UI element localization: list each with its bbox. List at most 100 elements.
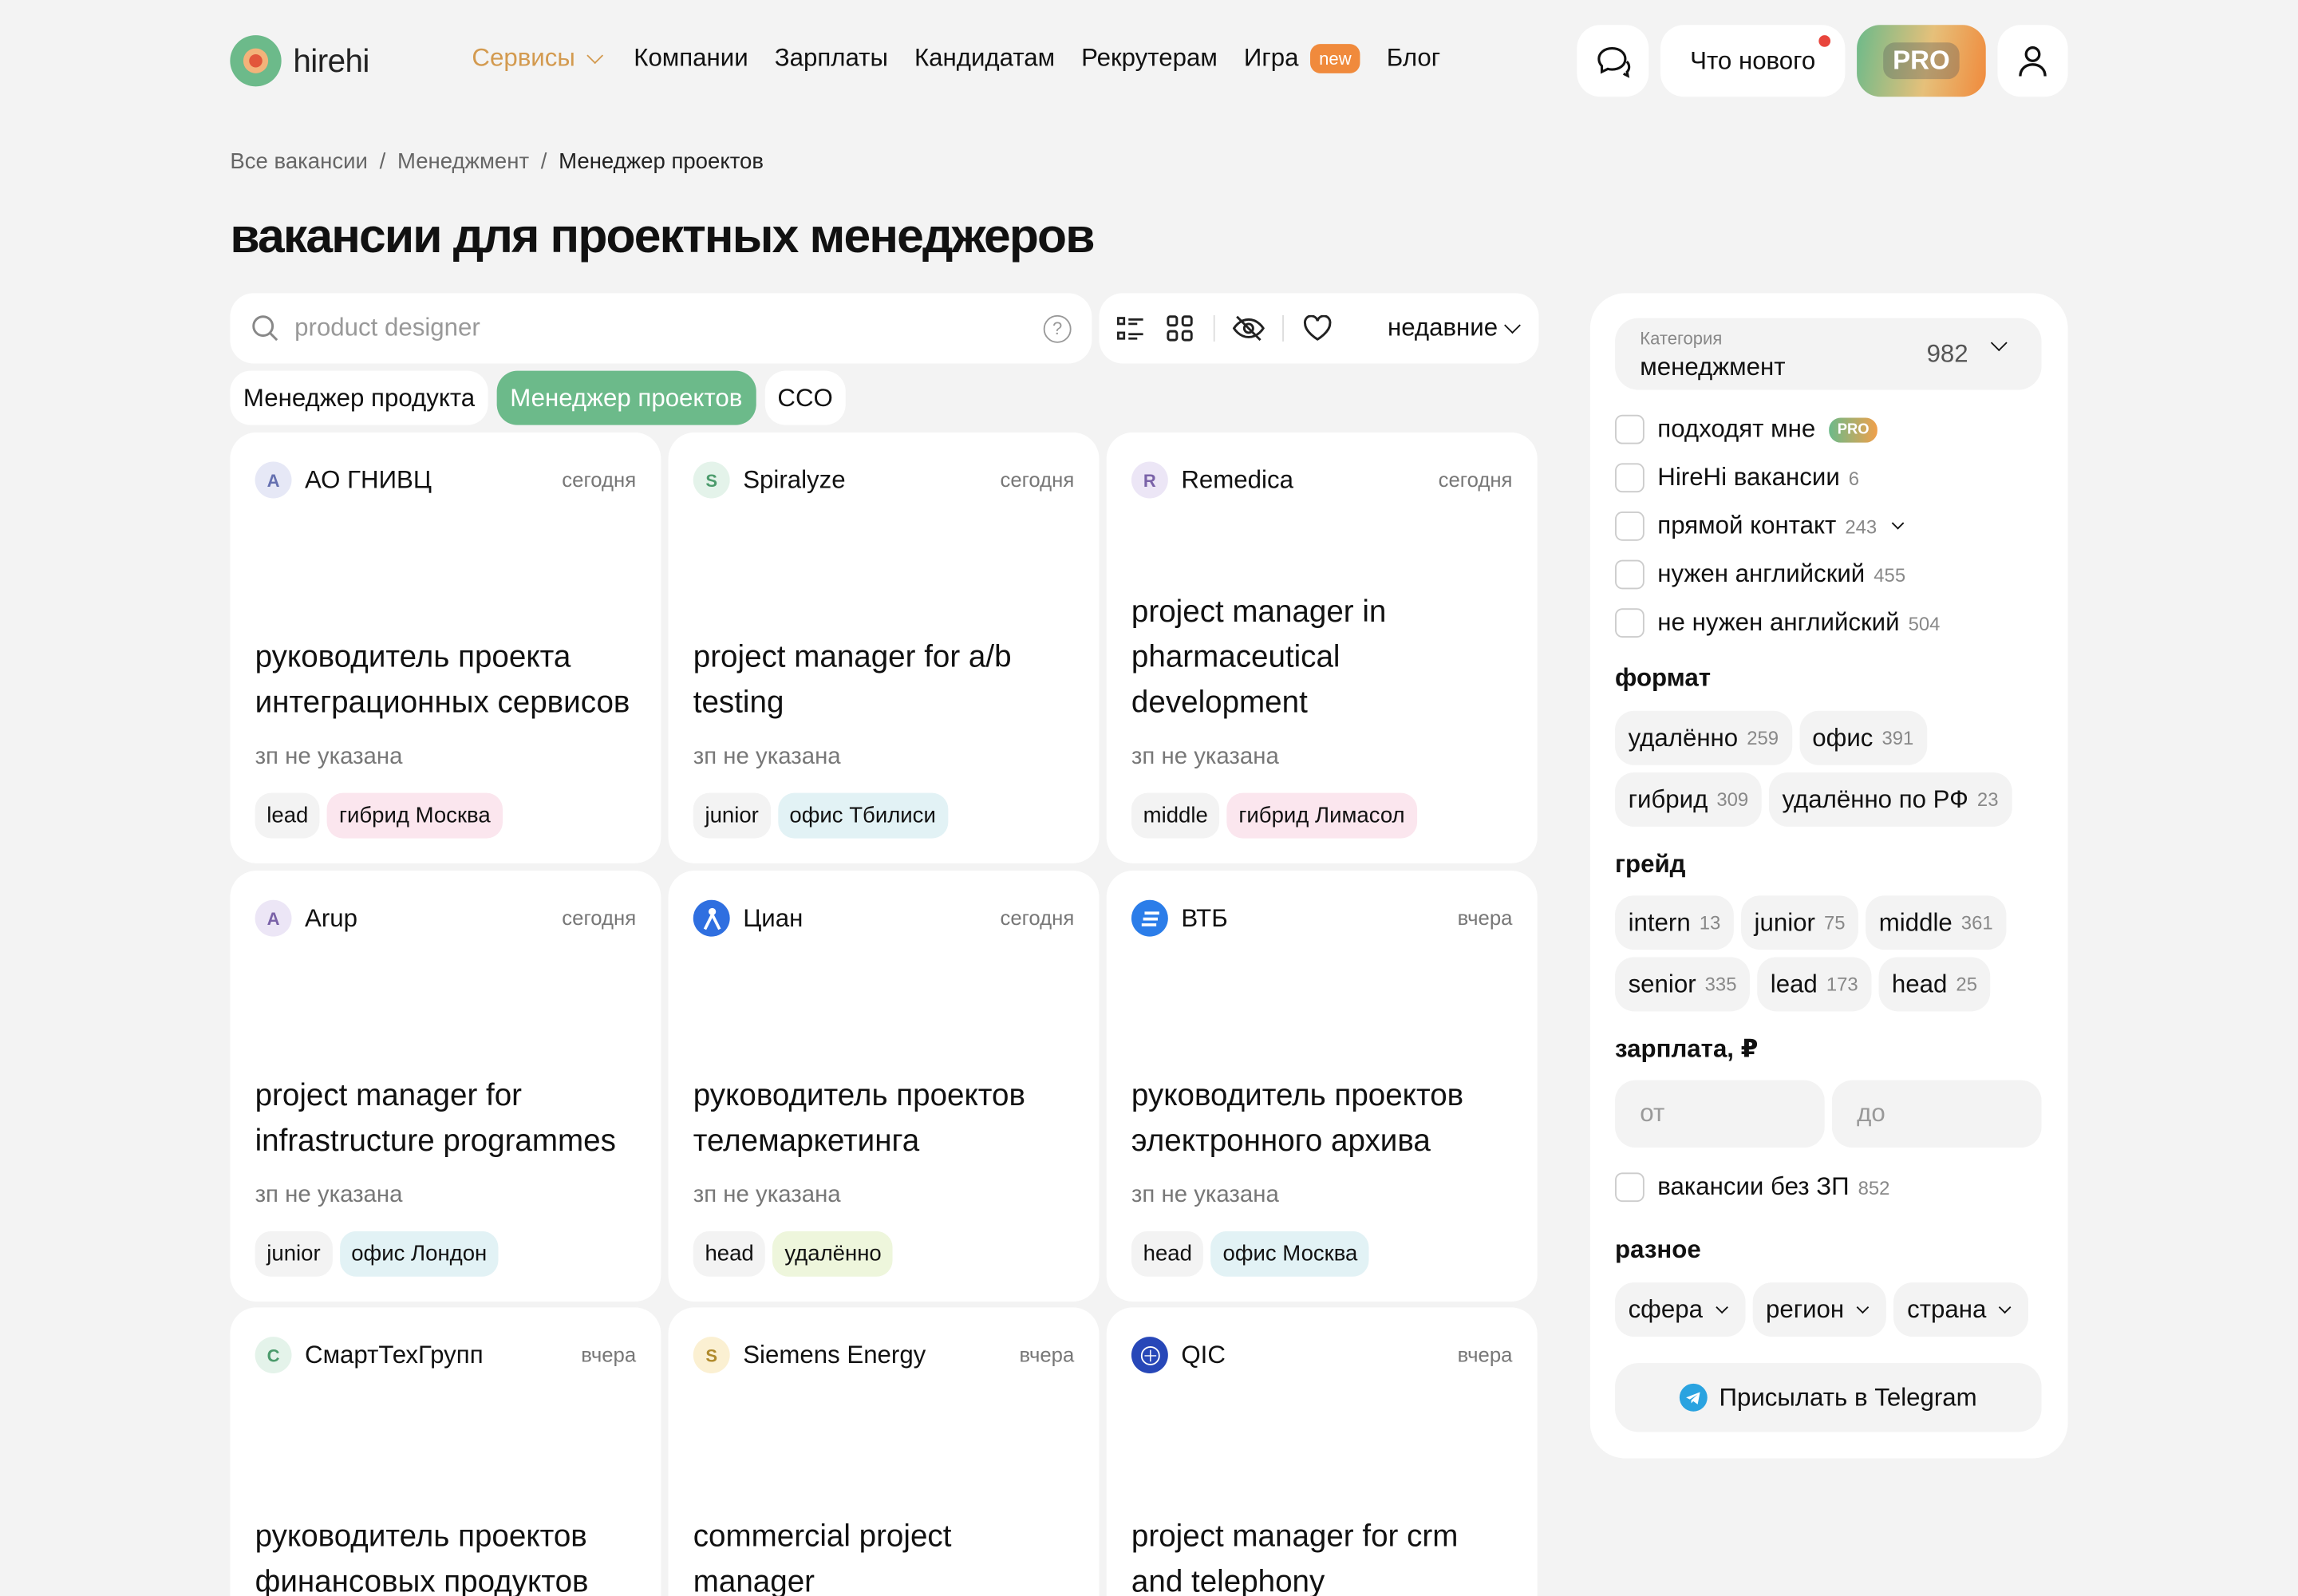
company-name: Siemens Energy: [743, 1340, 926, 1369]
nav-game-label: Игра: [1243, 44, 1299, 72]
format-pills: удалённо 259 офис 391: [1615, 710, 1927, 765]
posted-date: вчера: [1457, 906, 1513, 930]
list-view-icon[interactable]: [1114, 312, 1146, 344]
pill-count: 335: [1704, 973, 1737, 996]
help-icon[interactable]: ?: [1043, 314, 1072, 342]
search-input[interactable]: [294, 314, 1044, 343]
chip-cco[interactable]: CCO: [764, 370, 847, 425]
job-card[interactable]: ВТБ вчера руководитель проектов электрон…: [1106, 870, 1538, 1302]
posted-date: вчера: [1019, 1342, 1075, 1366]
sort-dropdown[interactable]: недавние: [1388, 314, 1524, 343]
job-card[interactable]: QIC вчера project manager for crm and te…: [1106, 1307, 1538, 1596]
job-card[interactable]: S Spiralyze сегодня project manager for …: [668, 432, 1100, 863]
filter-hirehi-jobs[interactable]: HireHi вакансии 6: [1615, 463, 1859, 493]
logo-icon: [230, 35, 282, 87]
job-tags: middle гибрид Лимасол: [1131, 792, 1417, 839]
salary-to-input[interactable]: до: [1831, 1080, 2042, 1148]
job-title: project manager for infrastructure progr…: [255, 1078, 616, 1158]
nav-game[interactable]: Игра new: [1244, 44, 1360, 73]
filter-label: прямой контакт: [1657, 512, 1837, 539]
job-card[interactable]: Циан сегодня руководитель проектов телем…: [668, 870, 1100, 1302]
qic-logo-icon: [1131, 1337, 1168, 1373]
grade-senior[interactable]: senior 335: [1615, 957, 1751, 1012]
grid-view-icon[interactable]: [1163, 312, 1195, 344]
job-card[interactable]: A Arup сегодня project manager for infra…: [230, 870, 661, 1302]
pill-label: гибрид: [1628, 784, 1708, 813]
nav-services[interactable]: Сервисы: [472, 44, 607, 73]
whats-new-button[interactable]: Что нового: [1660, 25, 1846, 97]
format-heading: формат: [1615, 664, 1712, 692]
checkbox[interactable]: [1615, 608, 1645, 638]
grade-intern[interactable]: intern 13: [1615, 895, 1734, 950]
chevron-down-icon[interactable]: [1891, 516, 1904, 530]
job-card[interactable]: S Siemens Energy вчера commercial projec…: [668, 1307, 1100, 1596]
checkbox[interactable]: [1615, 463, 1645, 493]
chip-project-manager[interactable]: Менеджер проектов: [496, 370, 756, 425]
profile-button[interactable]: [1997, 25, 2068, 97]
sort-label: недавние: [1387, 314, 1498, 342]
job-tags: junior офис Тбилиси: [693, 792, 948, 839]
company-logo-icon: A: [255, 899, 292, 937]
country-dropdown[interactable]: страна: [1893, 1282, 2029, 1337]
posted-date: сегодня: [1000, 467, 1075, 492]
grade-head[interactable]: head 25: [1878, 957, 1991, 1012]
misc-heading: разное: [1615, 1235, 1701, 1264]
telegram-subscribe-button[interactable]: Присылать в Telegram: [1615, 1363, 2042, 1432]
chip-product-manager[interactable]: Менеджер продукта: [230, 370, 488, 425]
chevron-down-icon: [1999, 1300, 2012, 1314]
sphere-dropdown[interactable]: сфера: [1615, 1282, 1746, 1337]
nav-candidates[interactable]: Кандидатам: [914, 44, 1055, 73]
grade-lead[interactable]: lead 173: [1757, 957, 1872, 1012]
grade-middle[interactable]: middle 361: [1866, 895, 2007, 950]
format-pills: гибрид 309 удалённо по РФ 23: [1615, 772, 2012, 827]
nav-blog[interactable]: Блог: [1387, 44, 1440, 73]
header: hirehi Сервисы Компании Зарплаты Кандида…: [230, 25, 2068, 97]
region-dropdown[interactable]: регион: [1752, 1282, 1887, 1337]
grade-pills: senior 335 lead 173 head 25: [1615, 957, 1991, 1012]
company: S Siemens Energy: [693, 1337, 926, 1373]
chat-button[interactable]: [1577, 25, 1649, 97]
hide-viewed-icon[interactable]: [1232, 312, 1265, 344]
checkbox[interactable]: [1615, 414, 1645, 444]
job-card[interactable]: R Remedica сегодня project manager in ph…: [1106, 432, 1538, 863]
pill-label: junior: [1754, 907, 1815, 936]
filter-direct-contact[interactable]: прямой контакт 243: [1615, 512, 1908, 541]
logo-text: hirehi: [293, 41, 369, 79]
checkbox[interactable]: [1615, 512, 1645, 541]
format-remote[interactable]: удалённо 259: [1615, 710, 1792, 765]
breadcrumb-management[interactable]: Менеджмент: [397, 149, 529, 174]
salary: зп не указана: [1131, 1183, 1279, 1208]
pill-count: 23: [1976, 788, 1999, 811]
filter-suits-me[interactable]: подходят мне PRO: [1615, 414, 1878, 444]
breadcrumb-all-jobs[interactable]: Все вакансии: [230, 149, 368, 174]
filter-english-not-required[interactable]: не нужен английский 504: [1615, 608, 1940, 638]
format-office[interactable]: офис 391: [1799, 710, 1927, 765]
checkbox[interactable]: [1615, 559, 1645, 590]
location-tag: офис Лондон: [339, 1231, 499, 1277]
pill-label: head: [1891, 969, 1948, 998]
filter-english-required[interactable]: нужен английский 455: [1615, 559, 1905, 590]
favorites-heart-icon[interactable]: [1301, 312, 1333, 344]
nav-salaries[interactable]: Зарплаты: [775, 44, 888, 73]
checkbox[interactable]: [1615, 1172, 1645, 1203]
filter-no-salary[interactable]: вакансии без ЗП 852: [1615, 1172, 1889, 1203]
nav-recruiters[interactable]: Рекрутерам: [1081, 44, 1218, 73]
company-name: QIC: [1181, 1340, 1226, 1369]
job-card[interactable]: A АО ГНИВЦ сегодня руководитель проекта …: [230, 432, 661, 863]
format-hybrid[interactable]: гибрид 309: [1615, 772, 1762, 827]
grade-junior[interactable]: junior 75: [1740, 895, 1859, 950]
salary-from-input[interactable]: от: [1615, 1080, 1825, 1148]
company-name: ВТБ: [1181, 903, 1228, 932]
logo[interactable]: hirehi: [230, 35, 369, 87]
company-name: Remedica: [1181, 465, 1293, 494]
pro-badge: PRO: [1828, 417, 1878, 442]
company-logo-icon: A: [255, 461, 292, 499]
nav-companies[interactable]: Компании: [634, 44, 748, 73]
job-tags: head удалённо: [693, 1231, 894, 1277]
job-card[interactable]: C СмартТехГрупп вчера руководитель проек…: [230, 1307, 661, 1596]
posted-date: сегодня: [1000, 906, 1075, 930]
format-remote-rf[interactable]: удалённо по РФ 23: [1768, 772, 2012, 827]
pro-button[interactable]: PRO: [1857, 25, 1986, 97]
category-select[interactable]: Категория менеджмент 982: [1615, 318, 2042, 390]
breadcrumb: Все вакансии / Менеджмент / Менеджер про…: [230, 149, 764, 174]
